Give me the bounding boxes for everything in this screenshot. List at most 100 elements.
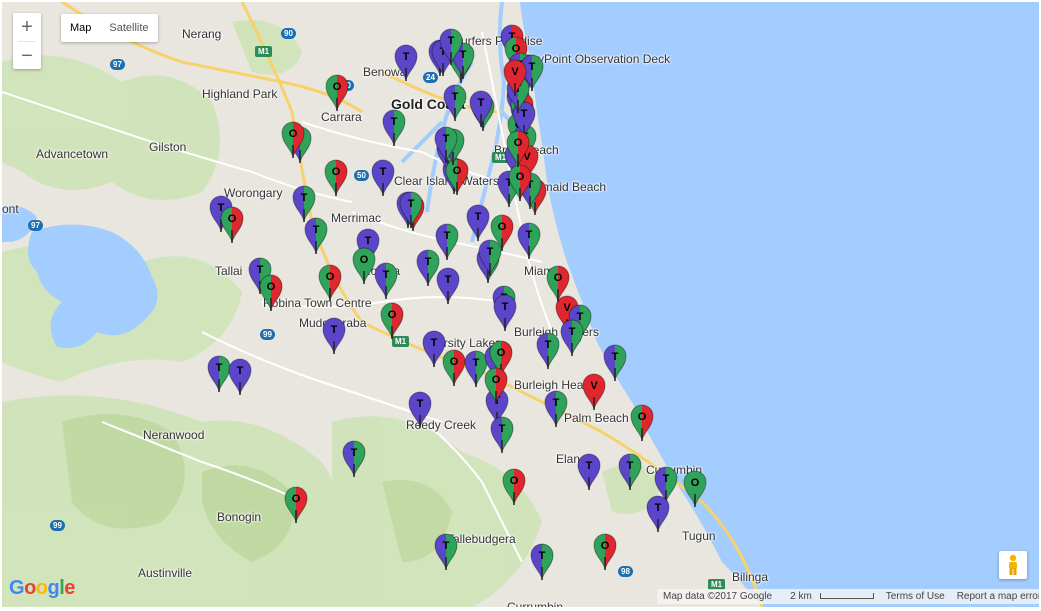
marker-letter: T	[448, 35, 455, 47]
place-label: Tallai	[215, 264, 243, 278]
map-marker[interactable]: O	[484, 367, 508, 405]
google-logo-letter: G	[9, 577, 25, 599]
marker-letter: O	[289, 128, 298, 140]
map-marker[interactable]: T	[536, 332, 560, 370]
marker-letter: T	[365, 235, 372, 247]
map-marker[interactable]: T	[560, 319, 584, 357]
map-marker[interactable]: T	[577, 453, 601, 491]
marker-letter: O	[514, 137, 523, 149]
map-marker[interactable]: O	[325, 74, 349, 112]
marker-letter: T	[569, 326, 576, 338]
map-marker[interactable]: T	[228, 358, 252, 396]
place-label: Austinville	[138, 566, 193, 580]
marker-letter: T	[612, 351, 619, 363]
map-marker[interactable]: O	[284, 486, 308, 524]
map-marker[interactable]: O	[630, 404, 654, 442]
scale-label: 2 km	[790, 591, 812, 602]
marker-letter: T	[444, 230, 451, 242]
marker-letter: T	[408, 198, 415, 210]
pegman-icon	[1009, 554, 1017, 575]
place-label: Currumbin	[507, 600, 564, 607]
map-marker[interactable]: O	[502, 468, 526, 506]
road-shield-97: 97	[28, 220, 43, 231]
google-logo[interactable]: Google	[9, 577, 75, 600]
marker-letter: O	[267, 281, 276, 293]
street-view-pegman[interactable]	[999, 551, 1027, 579]
map-canvas[interactable]: Nerang Surfers Paradise SkyPoint Observati…	[2, 2, 1039, 607]
google-logo-letter: o	[24, 577, 36, 599]
scale-line	[819, 593, 874, 600]
marker-letter: T	[331, 324, 338, 336]
map-marker[interactable]: T	[408, 391, 432, 429]
map-type-map-button[interactable]: Map	[61, 14, 100, 42]
map-type-satellite-button[interactable]: Satellite	[100, 14, 157, 42]
zoom-in-button[interactable]: +	[13, 13, 41, 41]
map-marker[interactable]: T	[436, 267, 460, 305]
marker-letter: O	[554, 272, 563, 284]
map-marker[interactable]: T	[517, 222, 541, 260]
map-marker[interactable]: T	[439, 28, 463, 66]
marker-letter: O	[333, 81, 342, 93]
map-marker[interactable]: O	[506, 130, 530, 168]
map-marker[interactable]: O	[220, 206, 244, 244]
google-logo-letter: o	[35, 577, 48, 599]
map-marker[interactable]: O	[683, 470, 707, 508]
map-marker[interactable]: T	[493, 294, 517, 332]
map-marker[interactable]: T	[322, 317, 346, 355]
terms-link[interactable]: Terms of Use	[880, 591, 951, 602]
map-marker[interactable]: T	[618, 453, 642, 491]
marker-letter: T	[663, 473, 670, 485]
map-marker[interactable]: T	[478, 239, 502, 277]
marker-letter: T	[313, 224, 320, 236]
map-marker[interactable]: T	[434, 126, 458, 164]
map-marker[interactable]: V	[582, 373, 606, 411]
report-error-link[interactable]: Report a map error	[951, 591, 1039, 602]
map-marker[interactable]: T	[304, 217, 328, 255]
map-marker[interactable]: T	[469, 90, 493, 128]
map-marker[interactable]: O	[318, 264, 342, 302]
map-marker[interactable]: T	[544, 390, 568, 428]
map-marker[interactable]: T	[371, 159, 395, 197]
marker-letter: T	[545, 339, 552, 351]
map-marker[interactable]: T	[466, 204, 490, 242]
map-marker[interactable]: T	[374, 262, 398, 300]
map-marker[interactable]: V	[503, 59, 527, 97]
zoom-out-button[interactable]: −	[13, 42, 41, 70]
road-shield-m1: M1	[255, 46, 273, 57]
map-marker[interactable]: T	[603, 344, 627, 382]
place-label: Bonogin	[217, 510, 262, 524]
marker-letter: T	[431, 337, 438, 349]
marker-letter: T	[443, 133, 450, 145]
map-marker[interactable]: T	[646, 495, 670, 533]
map-marker[interactable]: O	[324, 159, 348, 197]
place-label: Bilinga	[732, 570, 769, 584]
map-data-attribution: Map data ©2017 Google	[663, 591, 773, 602]
map-marker[interactable]: O	[546, 265, 570, 303]
map-marker[interactable]: T	[434, 533, 458, 571]
map-marker[interactable]: T	[382, 109, 406, 147]
map-marker[interactable]: O	[380, 302, 404, 340]
place-label: ont	[2, 202, 19, 216]
place-label: Neranwood	[143, 428, 205, 442]
map-marker[interactable]: T	[530, 543, 554, 581]
map-marker[interactable]: O	[281, 121, 305, 159]
map-marker[interactable]: T	[443, 84, 467, 122]
map-marker[interactable]: T	[399, 191, 423, 229]
marker-letter: T	[487, 246, 494, 258]
map-marker[interactable]: O	[508, 164, 532, 202]
marker-letter: V	[511, 66, 519, 78]
road-shield-99: 99	[260, 329, 275, 340]
marker-letter: T	[475, 211, 482, 223]
marker-letter: T	[445, 274, 452, 286]
scale-bar[interactable]: 2 km	[778, 591, 880, 602]
road-shield-50: 50	[354, 170, 369, 181]
map-marker[interactable]: T	[490, 416, 514, 454]
map-marker[interactable]: O	[259, 274, 283, 312]
map-marker[interactable]: O	[442, 349, 466, 387]
map-marker[interactable]: O	[593, 533, 617, 571]
map-marker[interactable]: O	[352, 247, 376, 285]
map-marker[interactable]: T	[394, 44, 418, 82]
place-label: Highland Park	[202, 87, 278, 101]
marker-letter: T	[380, 166, 387, 178]
map-marker[interactable]: T	[342, 440, 366, 478]
